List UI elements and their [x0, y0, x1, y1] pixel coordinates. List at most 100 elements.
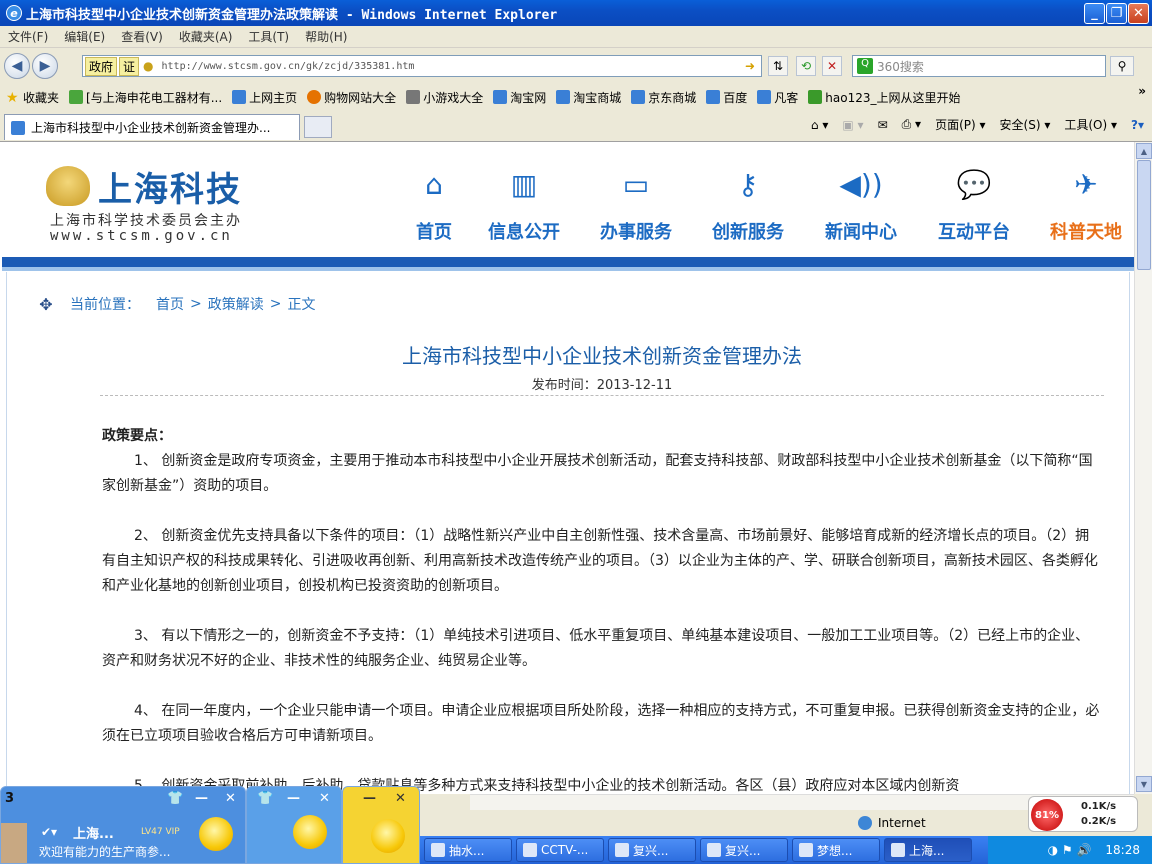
minimize-icon[interactable]: — [287, 791, 300, 806]
popup-count: 3 [5, 791, 15, 806]
favorites-button[interactable]: ★ 收藏夹 [6, 89, 59, 106]
shirt-icon[interactable]: 👕 [167, 791, 183, 806]
fav-item-homepage[interactable]: 上网主页 [232, 89, 297, 106]
mail-icon[interactable]: ✉ [878, 118, 888, 132]
qq-notification[interactable]: 3 👕 — ✕ ✔▾ 上海... LV47 VIP 欢迎有能力的生产商参... [0, 786, 246, 864]
scroll-down-button[interactable]: ▼ [1136, 776, 1152, 792]
star-icon: ★ [6, 90, 19, 106]
system-tray: ◑ ⚑ 🔊 18:28 [988, 836, 1152, 864]
tab-active[interactable]: 上海市科技型中小企业技术创新资金管理办... [4, 114, 300, 140]
page-menu[interactable]: 页面(P) ▾ [935, 116, 985, 133]
print-icon[interactable]: ⎙ ▾ [902, 117, 921, 132]
menu-file[interactable]: 文件(F) [8, 28, 48, 45]
task-button-active[interactable]: 上海... [884, 838, 972, 862]
nav-interactive[interactable]: 💬 互动平台 [926, 164, 1022, 244]
fav-item-games[interactable]: 小游戏大全 [406, 89, 483, 106]
minimize-icon[interactable]: — [195, 791, 208, 806]
fav-item-hao123[interactable]: hao123_上网从这里开始 [808, 89, 961, 106]
address-field[interactable]: 政府 证 ● http://www.stcsm.gov.cn/gk/zcjd/3… [82, 55, 762, 77]
scroll-thumb[interactable] [1137, 160, 1151, 270]
qq-notification-3[interactable]: — ✕ [342, 786, 420, 864]
window-titlebar[interactable]: e 上海市科技型中小企业技术创新资金管理办法政策解读 - Windows Int… [0, 0, 1152, 26]
speaker-icon: ◀)) [839, 167, 883, 201]
more-chevron-icon[interactable]: » [1138, 84, 1146, 98]
upload-speed: 0.1K/s [1081, 801, 1117, 812]
article-paragraph-4: 4、 在同一年度内，一个企业只能申请一个项目。申请企业应根据项目所处阶段，选择一… [102, 703, 1100, 744]
close-icon[interactable]: ✕ [395, 791, 406, 806]
fav-item-taobao[interactable]: 淘宝网 [493, 89, 546, 106]
task-button[interactable]: 复兴... [700, 838, 788, 862]
contact-name: 上海... [73, 827, 114, 842]
new-tab-button[interactable] [304, 116, 332, 138]
tray-icons[interactable]: ◑ ⚑ 🔊 [1048, 843, 1092, 857]
qq-notification-2[interactable]: 👕 — ✕ [246, 786, 342, 864]
refresh-button[interactable]: ⟲ [796, 56, 816, 76]
search-box[interactable]: Q 360搜索 [852, 55, 1106, 77]
breadcrumb-home[interactable]: 首页 [156, 294, 184, 314]
nav-news[interactable]: ◀)) 新闻中心 [813, 164, 909, 244]
minimize-button[interactable]: _ [1084, 3, 1105, 24]
task-button[interactable]: 复兴... [608, 838, 696, 862]
window-title: 上海市科技型中小企业技术创新资金管理办法政策解读 - Windows Inter… [26, 7, 558, 23]
stop-button[interactable]: ✕ [822, 56, 842, 76]
article-title: 上海市科技型中小企业技术创新资金管理办法 [402, 344, 802, 368]
game-icon [406, 90, 421, 104]
favorite-page-icon [69, 90, 84, 104]
chat-icon: 💬 [956, 167, 992, 201]
tools-menu[interactable]: 工具(O) ▾ [1064, 116, 1117, 133]
compat-view-button[interactable]: ⇅ [768, 56, 788, 76]
tab-bar: 上海市科技型中小企业技术创新资金管理办... ⌂ ▾ ▣ ▾ ✉ ⎙ ▾ 页面(… [0, 110, 1152, 142]
fav-item-jd[interactable]: 京东商城 [631, 89, 696, 106]
fav-item-baidu[interactable]: 百度 [706, 89, 747, 106]
task-button[interactable]: 抽水... [424, 838, 512, 862]
address-toolbar: ◀ ▶ 政府 证 ● http://www.stcsm.gov.cn/gk/zc… [0, 48, 1152, 84]
breadcrumb-policy[interactable]: 政策解读 [208, 294, 264, 314]
menu-tools[interactable]: 工具(T) [248, 28, 289, 45]
menu-help[interactable]: 帮助(H) [305, 28, 347, 45]
help-icon[interactable]: ?▾ [1131, 118, 1144, 132]
minimize-icon[interactable]: — [363, 791, 376, 806]
fav-item-shenhua[interactable]: [与上海申花电工器材有... [69, 89, 222, 106]
nav-info-public[interactable]: ▥ 信息公开 [476, 164, 572, 244]
close-icon[interactable]: ✕ [319, 791, 330, 806]
task-button[interactable]: CCTV-... [516, 838, 604, 862]
network-monitor[interactable]: 81% 0.1K/s 0.2K/s [1028, 796, 1138, 832]
hao123-icon [808, 90, 823, 104]
nav-innovation[interactable]: ⚷ 创新服务 [700, 164, 796, 244]
ie-icon [799, 843, 813, 857]
shirt-icon[interactable]: 👕 [257, 791, 273, 806]
article-paragraph-3: 3、 有以下情形之一的，创新资金不予支持：（1）单纯技术引进项目、低水平重复项目… [102, 628, 1090, 669]
home-icon[interactable]: ⌂ ▾ [811, 118, 828, 132]
back-button[interactable]: ◀ [4, 53, 30, 79]
task-button[interactable]: 梦想... [792, 838, 880, 862]
feeds-icon[interactable]: ▣ ▾ [842, 118, 863, 132]
ie-page-icon [706, 90, 721, 104]
scroll-up-button[interactable]: ▲ [1136, 143, 1152, 159]
lock-icon: ● [143, 59, 154, 73]
globe-icon [858, 816, 872, 830]
app-icon [431, 843, 445, 857]
nav-services[interactable]: ▭ 办事服务 [588, 164, 684, 244]
safety-menu[interactable]: 安全(S) ▾ [1000, 116, 1051, 133]
forward-button[interactable]: ▶ [32, 53, 58, 79]
fav-item-tmall[interactable]: 淘宝商城 [556, 89, 621, 106]
favorites-bar: ★ 收藏夹 [与上海申花电工器材有... 上网主页 购物网站大全 小游戏大全 淘宝… [0, 84, 1152, 110]
vertical-scrollbar[interactable]: ▲ ▼ [1134, 142, 1152, 794]
site-logo[interactable]: 上海科技 [98, 162, 242, 211]
menu-edit[interactable]: 编辑(E) [64, 28, 105, 45]
close-button[interactable]: ✕ [1128, 3, 1149, 24]
close-icon[interactable]: ✕ [225, 791, 236, 806]
menu-favorites[interactable]: 收藏夹(A) [179, 28, 233, 45]
search-button[interactable]: ⚲ [1110, 56, 1134, 76]
maximize-button[interactable]: ❐ [1106, 3, 1127, 24]
fav-item-vancl[interactable]: 凡客 [757, 89, 798, 106]
article-paragraph-1: 1、 创新资金是政府专项资金，主要用于推动本市科技型中小企业开展技术创新活动，配… [102, 453, 1093, 494]
menu-view[interactable]: 查看(V) [121, 28, 163, 45]
fav-item-shopping[interactable]: 购物网站大全 [307, 89, 396, 106]
nav-home[interactable]: ⌂ 首页 [386, 164, 482, 244]
go-icon[interactable]: ➜ [745, 59, 755, 73]
nav-science[interactable]: ✈ 科普天地 [1038, 164, 1134, 244]
clock[interactable]: 18:28 [1105, 843, 1140, 857]
sun-icon [199, 817, 233, 851]
breadcrumb-current: 正文 [287, 297, 316, 313]
